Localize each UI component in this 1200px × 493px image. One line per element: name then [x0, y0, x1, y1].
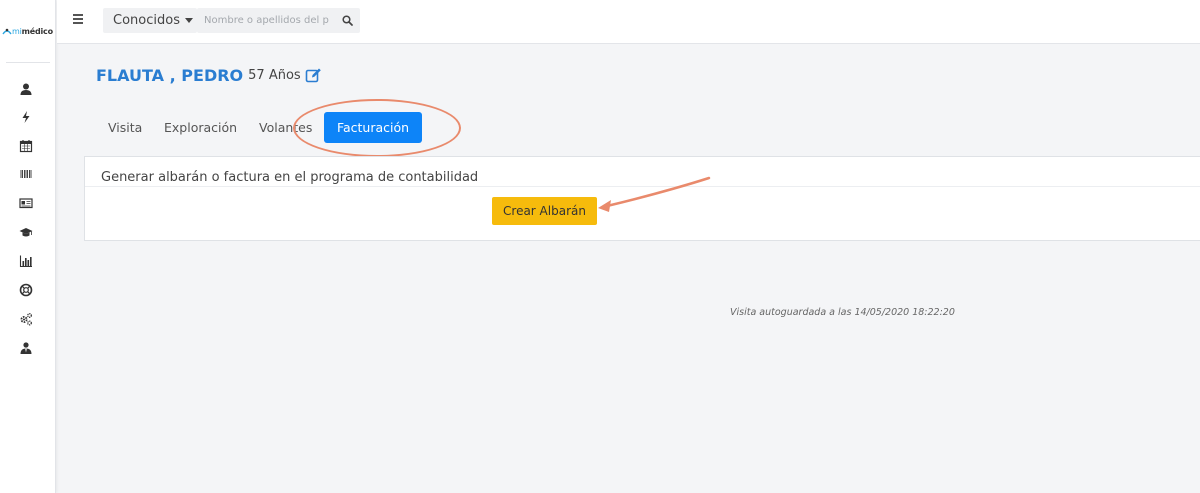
search-icon[interactable]: [337, 8, 357, 33]
search-input[interactable]: [197, 8, 337, 33]
logo-mark-icon: [2, 28, 12, 35]
panel-heading: Generar albarán o factura en el programa…: [101, 170, 479, 185]
patient-search: [197, 8, 360, 33]
tab-volantes[interactable]: Volantes: [259, 112, 312, 143]
panel-divider: [85, 186, 1200, 187]
caret-down-icon: [184, 18, 193, 23]
id-card-icon[interactable]: [17, 194, 35, 212]
edit-icon[interactable]: [305, 67, 322, 84]
cogs-icon[interactable]: [17, 310, 35, 328]
lifebuoy-icon[interactable]: [17, 281, 35, 299]
tab-exploracion[interactable]: Exploración: [164, 112, 237, 143]
logo-text: mimédico: [12, 26, 53, 36]
tab-visita[interactable]: Visita: [108, 112, 142, 143]
sidebar-divider: [6, 62, 50, 63]
billing-panel: Generar albarán o factura en el programa…: [84, 156, 1200, 241]
dropdown-label: Conocidos: [113, 13, 180, 28]
user-icon[interactable]: [17, 80, 35, 98]
known-patients-dropdown[interactable]: Conocidos: [103, 8, 197, 33]
barcode-icon[interactable]: [17, 165, 35, 183]
tab-facturacion[interactable]: Facturación: [324, 112, 422, 143]
calendar-icon[interactable]: [17, 137, 35, 155]
user-tie-icon[interactable]: [17, 339, 35, 357]
app-logo[interactable]: mimédico: [2, 24, 56, 38]
hamburger-icon[interactable]: [73, 14, 85, 26]
patient-name: FLAUTA , PEDRO: [96, 66, 244, 85]
top-bar: Conocidos: [57, 0, 1200, 44]
sidebar: mimédico: [0, 0, 56, 493]
bolt-icon[interactable]: [17, 108, 35, 126]
patient-header: FLAUTA , PEDRO 57 Años: [96, 66, 322, 85]
patient-age: 57 Años: [248, 68, 301, 83]
autosave-status: Visita autoguardada a las 14/05/2020 18:…: [730, 307, 955, 318]
graduation-cap-icon[interactable]: [17, 223, 35, 241]
create-albaran-button[interactable]: Crear Albarán: [492, 197, 597, 225]
bar-chart-icon[interactable]: [17, 252, 35, 270]
